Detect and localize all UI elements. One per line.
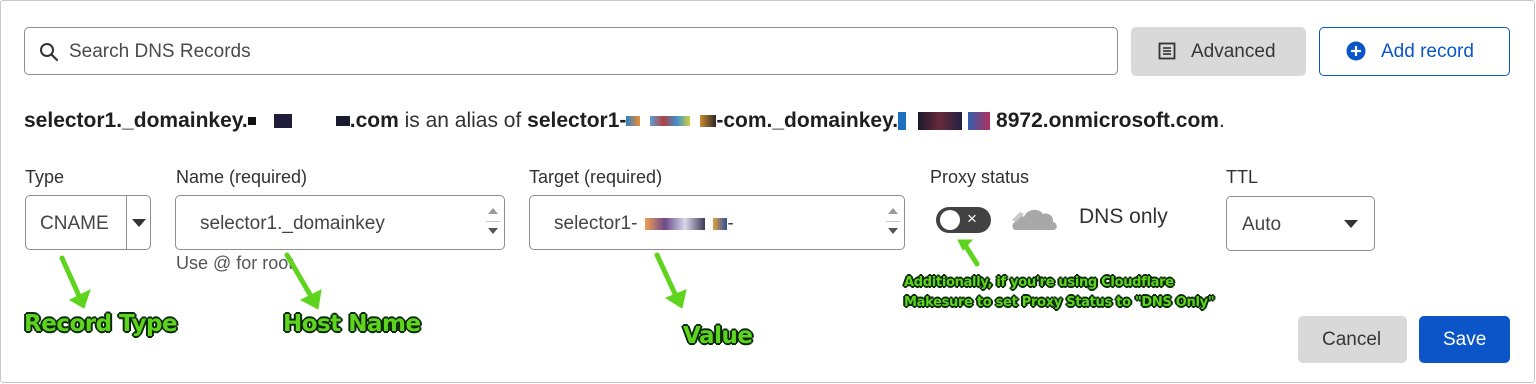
search-input[interactable]: Search DNS Records [24, 27, 1118, 75]
annotation-record-type: Record Type [24, 311, 178, 337]
redacted-block [273, 114, 292, 129]
redacted-block [645, 217, 706, 230]
redacted-block [713, 217, 728, 230]
name-value: selector1._domainkey [200, 213, 385, 234]
proxy-status-value: DNS only [1079, 205, 1168, 228]
textarea-scrollbar[interactable] [486, 202, 500, 244]
ttl-select[interactable]: Auto [1226, 196, 1375, 251]
plus-circle-icon [1346, 41, 1366, 61]
annotation-proxy-note-2: Makesure to set Proxy Status to "DNS Onl… [904, 295, 1215, 310]
annotation-host-name: Host Name [283, 311, 421, 337]
close-icon: × [967, 209, 977, 228]
redacted-block [968, 112, 991, 131]
name-input[interactable]: selector1._domainkey [175, 195, 505, 250]
cloud-icon [1012, 209, 1057, 230]
ttl-label: TTL [1226, 167, 1259, 187]
advanced-label: Advanced [1191, 41, 1276, 62]
target-input[interactable]: selector1- - [529, 195, 905, 250]
redacted-block [626, 116, 641, 127]
redacted-block [700, 115, 717, 128]
add-record-button[interactable]: Add record [1319, 27, 1510, 76]
search-icon [40, 43, 59, 62]
target-value-suffix: - [727, 213, 734, 234]
chevron-down-icon[interactable] [132, 219, 146, 227]
save-button[interactable]: Save [1419, 316, 1510, 363]
target-value-prefix: selector1- [554, 213, 638, 234]
name-label: Name (required) [176, 167, 308, 187]
document-icon [1158, 42, 1176, 60]
toggle-knob [940, 210, 960, 230]
name-hint: Use @ for root [176, 253, 294, 273]
scroll-down-icon[interactable] [488, 228, 498, 234]
chevron-down-icon[interactable] [1344, 220, 1358, 228]
proxy-status-label: Proxy status [930, 167, 1030, 187]
target-label: Target (required) [529, 167, 663, 187]
add-record-label: Add record [1381, 41, 1474, 62]
cancel-button[interactable]: Cancel [1298, 316, 1407, 363]
redacted-block [650, 116, 691, 127]
type-value: CNAME [40, 213, 109, 234]
alias-target-middle: -com._domainkey. [716, 109, 899, 132]
scroll-up-icon[interactable] [488, 208, 498, 214]
select-divider [126, 196, 127, 249]
target-value: selector1- - [554, 213, 734, 235]
redacted-block [898, 112, 907, 131]
textarea-scrollbar[interactable] [886, 202, 900, 244]
alias-target-suffix: 8972.onmicrosoft.com [996, 109, 1219, 132]
scroll-down-icon[interactable] [888, 228, 898, 234]
alias-name-suffix: .com [349, 109, 399, 132]
redacted-block [918, 112, 963, 131]
alias-end: . [1218, 109, 1225, 132]
alias-name-prefix: selector1._domainkey. [24, 109, 248, 132]
save-label: Save [1443, 329, 1487, 350]
search-placeholder: Search DNS Records [69, 41, 251, 62]
type-select[interactable]: CNAME [25, 195, 151, 250]
scroll-up-icon[interactable] [888, 208, 898, 214]
redacted-block [335, 116, 350, 127]
alias-target-prefix: selector1- [527, 109, 627, 132]
cancel-label: Cancel [1322, 329, 1382, 350]
redacted-block [247, 117, 256, 126]
proxy-toggle[interactable]: × [936, 207, 991, 233]
annotation-value: Value [683, 323, 753, 349]
alias-middle-text: is an alias of [398, 109, 528, 132]
annotation-proxy-note-1: Additionally, if you're using Cloudflare [904, 275, 1174, 290]
advanced-button[interactable]: Advanced [1131, 27, 1306, 76]
alias-description: selector1._domainkey. .com is an alias of… [24, 109, 1225, 133]
ttl-value: Auto [1242, 214, 1282, 235]
type-label: Type [25, 167, 65, 187]
